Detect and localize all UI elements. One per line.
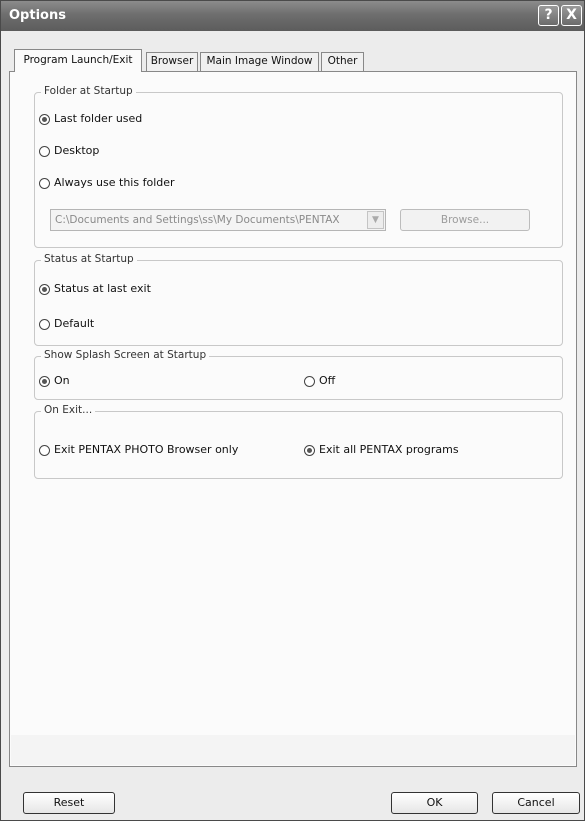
radio-splash-on[interactable]: On — [39, 374, 70, 390]
radio-unselected-icon — [304, 375, 315, 387]
reset-button[interactable]: Reset — [23, 792, 115, 814]
title-bar[interactable]: Options ? X — [1, 1, 584, 31]
radio-selected-icon — [39, 375, 50, 387]
radio-always-use-this-folder[interactable]: Always use this folder — [39, 176, 175, 192]
radio-selected-icon — [39, 113, 50, 125]
status-at-startup-group: Status at Startup Status at last exit De… — [34, 253, 563, 346]
folder-at-startup-legend: Folder at Startup — [41, 85, 136, 97]
chevron-down-icon[interactable]: ▼ — [367, 211, 384, 229]
radio-label: Exit all PENTAX programs — [319, 443, 459, 456]
radio-exit-browser-only[interactable]: Exit PENTAX PHOTO Browser only — [39, 443, 238, 459]
radio-unselected-icon — [39, 444, 50, 456]
radio-unselected-icon — [39, 145, 50, 157]
radio-status-at-last-exit[interactable]: Status at last exit — [39, 282, 151, 298]
splash-screen-legend: Show Splash Screen at Startup — [41, 349, 210, 361]
radio-label: Default — [54, 317, 95, 330]
radio-unselected-icon — [39, 177, 50, 189]
folder-path-combobox[interactable]: C:\Documents and Settings\ss\My Document… — [50, 209, 386, 231]
radio-label: Last folder used — [54, 112, 143, 125]
radio-exit-all-programs[interactable]: Exit all PENTAX programs — [304, 443, 459, 459]
radio-splash-off[interactable]: Off — [304, 374, 335, 390]
tab-program-launch-exit[interactable]: Program Launch/Exit — [14, 49, 142, 72]
tab-other[interactable]: Other — [321, 52, 364, 71]
radio-desktop[interactable]: Desktop — [39, 144, 99, 160]
radio-unselected-icon — [39, 318, 50, 330]
status-at-startup-legend: Status at Startup — [41, 253, 137, 265]
radio-label: Exit PENTAX PHOTO Browser only — [54, 443, 239, 456]
radio-last-folder-used[interactable]: Last folder used — [39, 112, 142, 128]
splash-screen-group: Show Splash Screen at Startup On Off — [34, 349, 563, 400]
radio-label: Status at last exit — [54, 282, 151, 295]
options-dialog: Options ? X Program Launch/Exit Browser … — [0, 0, 585, 821]
cancel-button[interactable]: Cancel — [492, 792, 580, 814]
radio-label: On — [54, 374, 70, 387]
on-exit-legend: On Exit... — [41, 404, 96, 416]
close-button[interactable]: X — [561, 5, 582, 26]
tab-panel: Folder at Startup Last folder used Deskt… — [9, 71, 577, 767]
dialog-title: Options — [9, 8, 66, 23]
folder-at-startup-group: Folder at Startup Last folder used Deskt… — [34, 85, 563, 248]
radio-selected-icon — [304, 444, 315, 456]
help-button[interactable]: ? — [538, 5, 559, 26]
panel-footer-strip — [11, 735, 575, 765]
radio-label: Always use this folder — [54, 176, 175, 189]
browse-button[interactable]: Browse... — [400, 209, 530, 231]
tab-main-image-window[interactable]: Main Image Window — [200, 52, 319, 71]
radio-selected-icon — [39, 283, 50, 295]
radio-label: Desktop — [54, 144, 100, 157]
radio-default[interactable]: Default — [39, 317, 94, 333]
folder-path-value: C:\Documents and Settings\ss\My Document… — [55, 214, 340, 226]
on-exit-group: On Exit... Exit PENTAX PHOTO Browser onl… — [34, 404, 563, 479]
ok-button[interactable]: OK — [391, 792, 478, 814]
tab-browser[interactable]: Browser — [146, 52, 198, 71]
radio-label: Off — [319, 374, 336, 387]
